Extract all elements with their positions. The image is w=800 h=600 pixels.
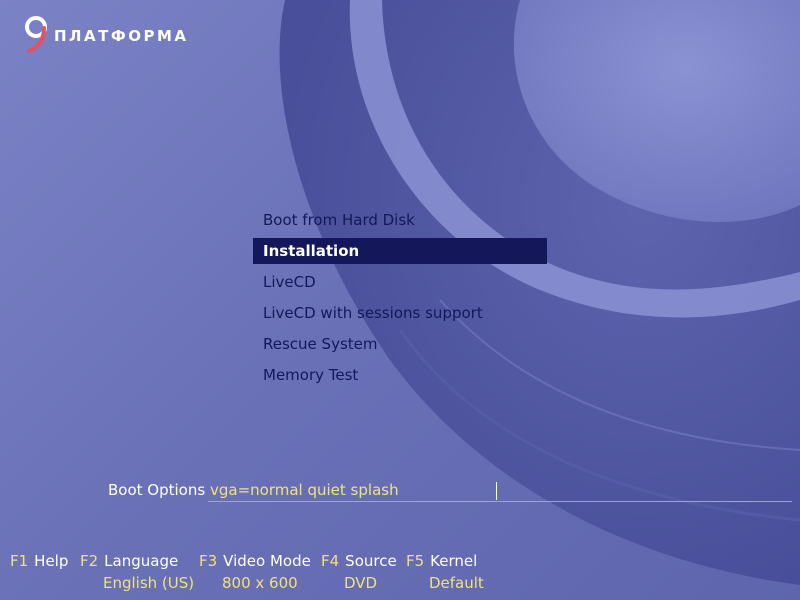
boot-options-row: Boot Options bbox=[108, 478, 792, 504]
fkey-code: F5 bbox=[406, 552, 425, 570]
menu-item-livecd[interactable]: LiveCD bbox=[253, 269, 547, 295]
fkey-f1-button[interactable]: F1 Help bbox=[10, 552, 68, 570]
fkey-f5-button[interactable]: F5 Kernel bbox=[406, 552, 477, 570]
fkey-label: Source bbox=[345, 552, 397, 570]
fkey-label: Help bbox=[34, 552, 69, 570]
fkey-label: Video Mode bbox=[223, 552, 311, 570]
fkey-code: F1 bbox=[10, 552, 29, 570]
boot-options-label: Boot Options bbox=[108, 481, 206, 499]
menu-item-installation[interactable]: Installation bbox=[253, 238, 547, 264]
menu-item-boot-from-hard-disk[interactable]: Boot from Hard Disk bbox=[253, 207, 547, 233]
fkey-code: F4 bbox=[321, 552, 340, 570]
boot-options-input[interactable] bbox=[208, 479, 792, 502]
fkey-f3-value: 800 x 600 bbox=[222, 574, 298, 592]
logo-nine-icon bbox=[25, 16, 47, 53]
menu-item-rescue-system[interactable]: Rescue System bbox=[253, 331, 547, 357]
text-cursor bbox=[496, 482, 497, 500]
fkey-f4-value: DVD bbox=[344, 574, 378, 592]
boot-screen: ПЛАТФОРМА Boot from Hard Disk Installatio… bbox=[0, 0, 800, 600]
platforma-logo: ПЛАТФОРМА bbox=[24, 14, 189, 54]
fkey-code: F3 bbox=[199, 552, 218, 570]
fkey-f5-value: Default bbox=[429, 574, 484, 592]
fkey-f4-button[interactable]: F4 Source bbox=[321, 552, 397, 570]
menu-item-livecd-with-sessions-support[interactable]: LiveCD with sessions support bbox=[253, 300, 547, 326]
fkey-f3-button[interactable]: F3 Video Mode bbox=[199, 552, 311, 570]
fkey-code: F2 bbox=[80, 552, 99, 570]
fkey-label: Kernel bbox=[430, 552, 478, 570]
boot-menu: Boot from Hard Disk Installation LiveCD Liv… bbox=[253, 207, 547, 393]
fkey-f2-value: English (US) bbox=[103, 574, 195, 592]
fkey-f2-button[interactable]: F2 Language bbox=[80, 552, 178, 570]
logo-text: ПЛАТФОРМА bbox=[54, 27, 189, 45]
function-key-bar: F1 Help F2 Language English (US) F3 Video Mode… bbox=[0, 552, 800, 600]
fkey-label: Language bbox=[104, 552, 179, 570]
menu-item-memory-test[interactable]: Memory Test bbox=[253, 362, 547, 388]
